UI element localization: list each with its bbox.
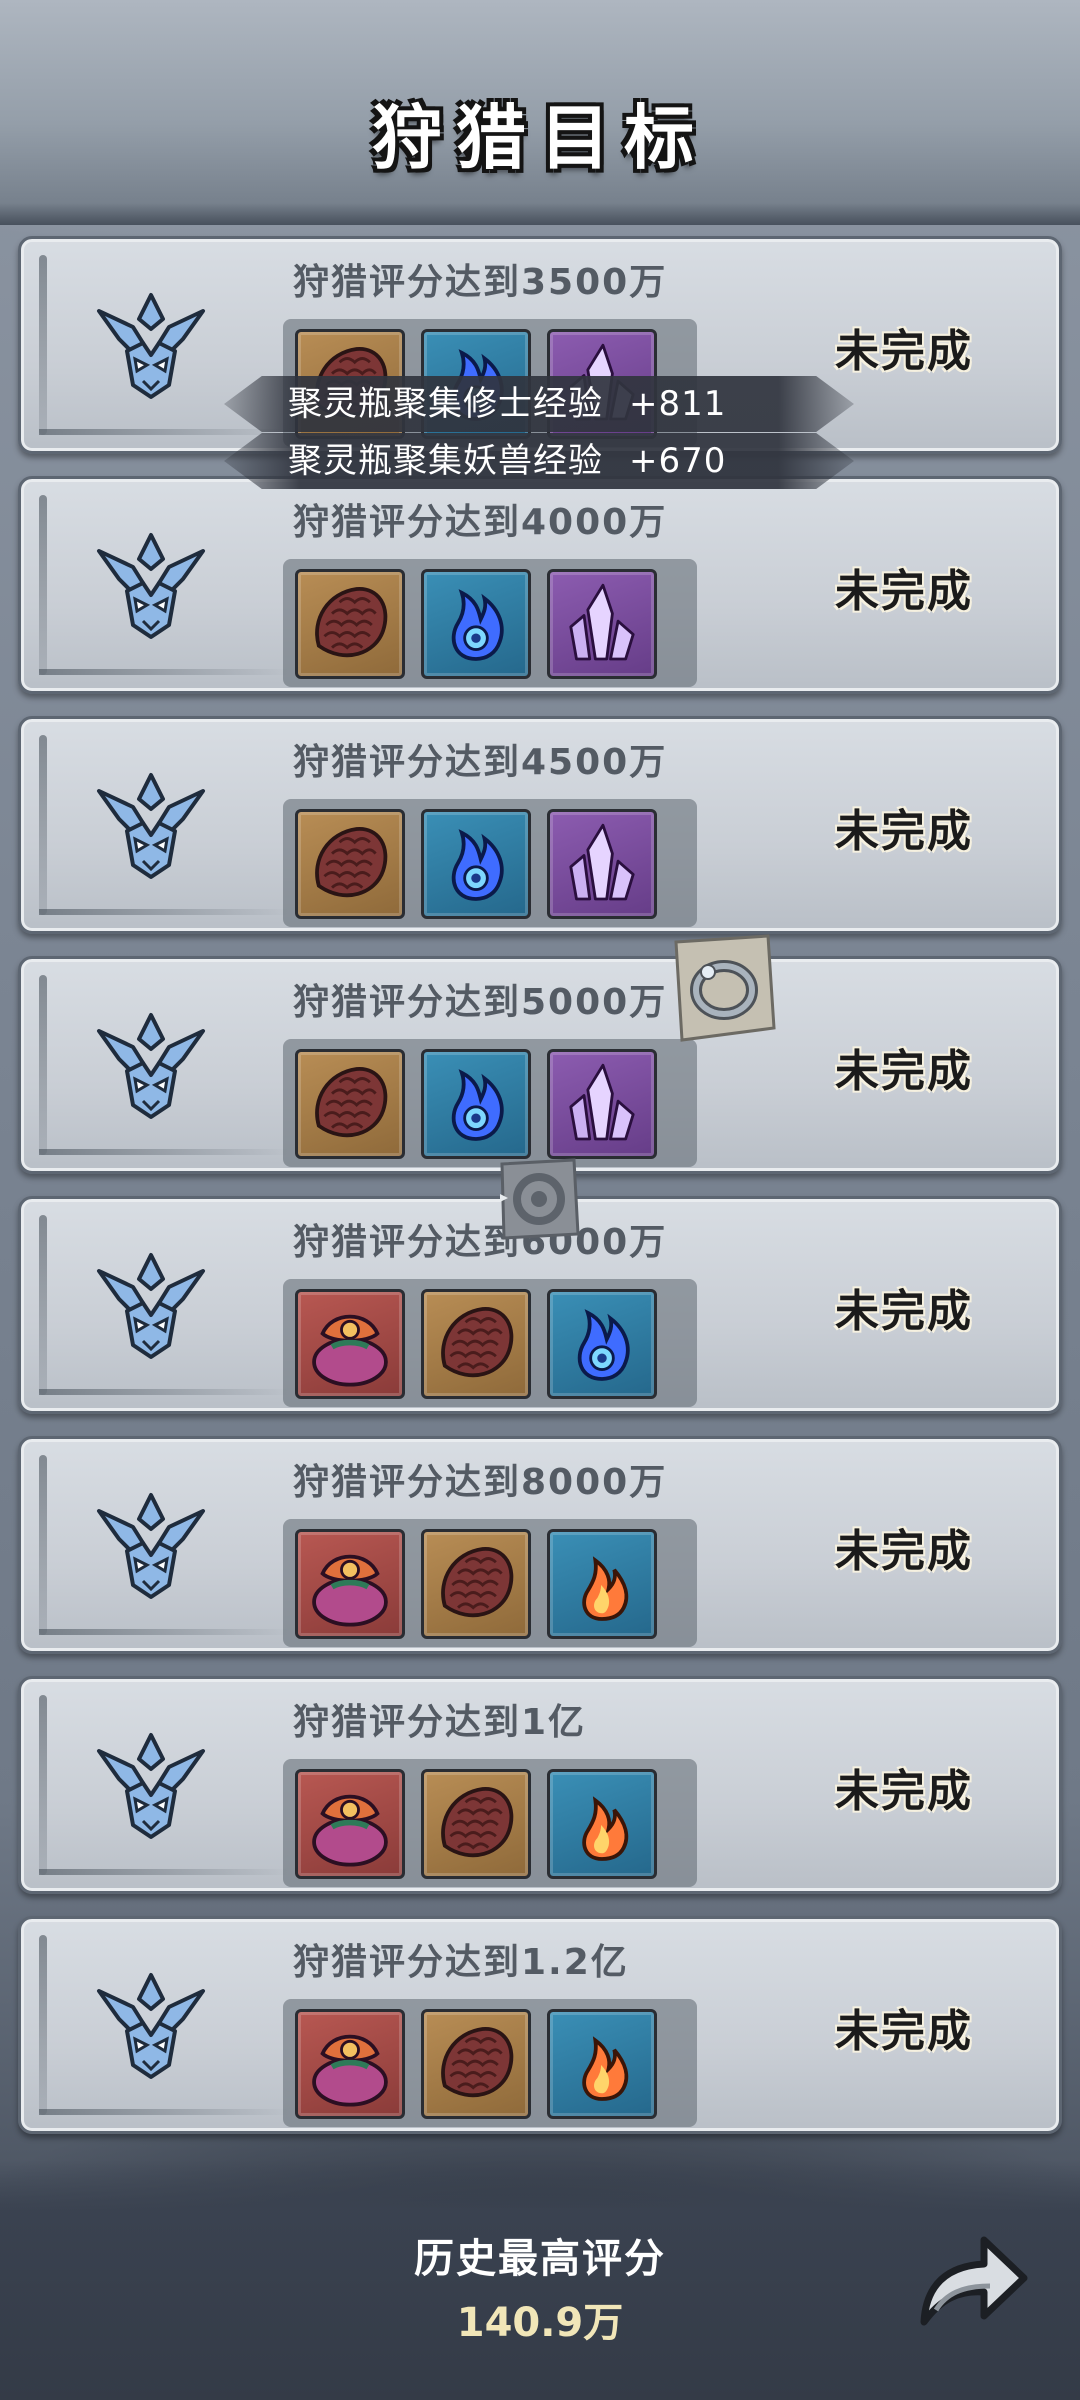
hunt-target-card[interactable]: 狩猎评分达到4000万未完成 — [18, 476, 1062, 694]
hunt-target-card[interactable]: 狩猎评分达到8000万未完成 — [18, 1436, 1062, 1654]
fire-essence-icon[interactable] — [547, 1529, 657, 1639]
reward-tray — [283, 559, 697, 687]
status-label: 未完成 — [835, 806, 973, 857]
toast-value: +670 — [629, 441, 727, 481]
reward-tray — [283, 1279, 697, 1407]
beast-mask-icon — [91, 1725, 211, 1845]
fire-essence-icon[interactable] — [547, 1769, 657, 1879]
toast-cultivator-exp: 聚灵瓶聚集修士经验 +811 — [224, 376, 854, 432]
toast-value: +811 — [629, 384, 727, 424]
beast-mask-icon — [91, 1005, 211, 1125]
status-label: 未完成 — [835, 1766, 973, 1817]
status-label: 未完成 — [835, 2006, 973, 2057]
spirit-flame-blue-icon[interactable] — [421, 1049, 531, 1159]
hunt-target-card[interactable]: 狩猎评分达到1.2亿未完成 — [18, 1916, 1062, 2134]
target-title: 狩猎评分达到4000万 — [293, 502, 668, 543]
purple-crystal-icon[interactable] — [547, 809, 657, 919]
fire-essence-icon[interactable] — [547, 2009, 657, 2119]
target-title: 狩猎评分达到6000万 — [293, 1222, 668, 1263]
gear-token-icon[interactable] — [494, 1154, 584, 1244]
reward-tray — [283, 1039, 697, 1167]
scale-armor-icon[interactable] — [295, 1049, 405, 1159]
scale-armor-icon[interactable] — [421, 1769, 531, 1879]
beast-mask-icon — [91, 525, 211, 645]
reward-tray — [283, 1999, 697, 2127]
toast-text: 聚灵瓶聚集修士经验 — [288, 384, 603, 424]
status-label: 未完成 — [835, 1046, 973, 1097]
ring-icon[interactable] — [668, 932, 780, 1044]
beast-mask-icon — [91, 1485, 211, 1605]
spirit-flame-blue-icon[interactable] — [421, 569, 531, 679]
status-label: 未完成 — [835, 1526, 973, 1577]
treasure-bag-icon[interactable] — [295, 1529, 405, 1639]
purple-crystal-icon[interactable] — [547, 569, 657, 679]
target-title: 狩猎评分达到5000万 — [293, 982, 668, 1023]
scale-armor-icon[interactable] — [295, 569, 405, 679]
treasure-bag-icon[interactable] — [295, 1289, 405, 1399]
beast-mask-icon — [91, 765, 211, 885]
toast-text: 聚灵瓶聚集妖兽经验 — [288, 441, 603, 481]
target-title: 狩猎评分达到8000万 — [293, 1462, 668, 1503]
treasure-bag-icon[interactable] — [295, 2009, 405, 2119]
status-label: 未完成 — [835, 326, 973, 377]
spirit-flame-blue-icon[interactable] — [547, 1289, 657, 1399]
reward-tray — [283, 1519, 697, 1647]
hunt-target-card[interactable]: 狩猎评分达到5000万未完成 — [18, 956, 1062, 1174]
beast-mask-icon — [91, 1245, 211, 1365]
hunt-target-card[interactable]: 狩猎评分达到4500万未完成 — [18, 716, 1062, 934]
status-label: 未完成 — [835, 1286, 973, 1337]
toast-beast-exp: 聚灵瓶聚集妖兽经验 +670 — [224, 433, 854, 489]
page-title: 狩猎目标 — [372, 97, 708, 179]
reward-tray — [283, 799, 697, 927]
scale-armor-icon[interactable] — [421, 2009, 531, 2119]
header-bar: 狩猎目标 — [0, 0, 1080, 225]
purple-crystal-icon[interactable] — [547, 1049, 657, 1159]
status-label: 未完成 — [835, 566, 973, 617]
target-title: 狩猎评分达到3500万 — [293, 262, 668, 303]
beast-mask-icon — [91, 1965, 211, 2085]
target-title: 狩猎评分达到4500万 — [293, 742, 668, 783]
target-title: 狩猎评分达到1亿 — [293, 1702, 587, 1743]
beast-mask-icon — [91, 285, 211, 405]
target-title: 狩猎评分达到1.2亿 — [293, 1942, 629, 1983]
share-arrow-icon[interactable] — [906, 2214, 1036, 2344]
scale-armor-icon[interactable] — [295, 809, 405, 919]
hunt-target-card[interactable]: 狩猎评分达到1亿未完成 — [18, 1676, 1062, 1894]
scale-armor-icon[interactable] — [421, 1289, 531, 1399]
reward-tray — [283, 1759, 697, 1887]
scale-armor-icon[interactable] — [421, 1529, 531, 1639]
spirit-flame-blue-icon[interactable] — [421, 809, 531, 919]
treasure-bag-icon[interactable] — [295, 1769, 405, 1879]
